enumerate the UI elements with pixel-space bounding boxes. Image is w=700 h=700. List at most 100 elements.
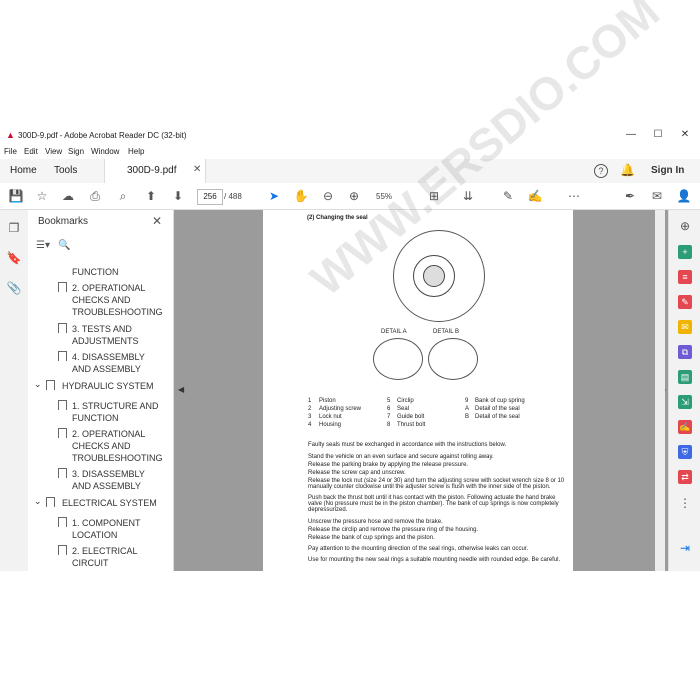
tab-home[interactable]: Home [10, 165, 37, 176]
bookmark-item[interactable]: 3. TESTS AND ADJUSTMENTS [72, 323, 162, 347]
previous-page-icon[interactable]: ⬆ [143, 188, 159, 204]
collapse-chevron-icon[interactable]: ⌄ [34, 496, 42, 507]
procedure-step: Unscrew the pressure hose and remove the… [308, 519, 443, 525]
comment-tool-icon[interactable]: ✉ [678, 320, 692, 334]
hand-tool-icon[interactable]: ✋ [293, 188, 309, 204]
create-pdf-icon[interactable]: + [678, 245, 692, 259]
document-tab-label: 300D-9.pdf [127, 165, 177, 176]
expand-panel-icon[interactable]: ⇥ [677, 540, 693, 556]
bookmark-label: 1. STRUCTURE AND FUNCTION [72, 401, 159, 423]
legend-text: Thrust bolt [397, 422, 426, 428]
menu-sign[interactable]: Sign [68, 147, 84, 156]
collapse-left-panel-icon[interactable]: ◀ [178, 385, 184, 394]
sign-in-button[interactable]: Sign In [651, 165, 684, 176]
share-user-icon[interactable]: 👤 [676, 188, 692, 204]
page-number-input[interactable]: 256 [197, 189, 223, 205]
search-icon[interactable]: ⌕ [115, 188, 131, 204]
minimize-icon[interactable]: — [620, 127, 642, 143]
page-thumbnails-icon[interactable]: ❐ [6, 220, 22, 236]
bookmark-item[interactable]: ELECTRICAL SYSTEM [62, 497, 157, 509]
bookmark-item[interactable]: 4. DISASSEMBLY AND ASSEMBLY [72, 351, 162, 375]
collapse-chevron-icon[interactable]: ⌄ [34, 379, 42, 390]
title-bar: ▲ 300D-9.pdf - Adobe Acrobat Reader DC (… [0, 125, 700, 145]
bookmark-item[interactable]: 3. DISASSEMBLY AND ASSEMBLY [72, 468, 162, 492]
select-arrow-icon[interactable]: ➤ [266, 188, 282, 204]
zoom-search-icon[interactable]: ⊕ [677, 218, 693, 234]
bookmark-item[interactable]: FUNCTION [72, 266, 119, 278]
more-tools-icon[interactable]: ⋯ [566, 188, 582, 204]
zoom-in-icon[interactable]: ⊕ [346, 188, 362, 204]
fill-sign-icon[interactable]: ✍ [678, 420, 692, 434]
attachments-icon[interactable]: 📎 [6, 280, 22, 296]
procedure-note: Faulty seals must be exchanged in accord… [308, 442, 507, 448]
edit-pdf-icon[interactable]: ✎ [678, 295, 692, 309]
close-tab-icon[interactable]: ✕ [193, 164, 201, 175]
bookmark-item[interactable]: 2. OPERATIONAL CHECKS AND TROUBLESHOOTIN… [72, 428, 163, 464]
menu-view[interactable]: View [45, 147, 62, 156]
page-count: / 488 [224, 192, 242, 201]
legend-num: 1 [308, 398, 312, 404]
menu-help[interactable]: Help [128, 147, 144, 156]
comment-icon[interactable]: ✎ [500, 188, 516, 204]
export-pdf-icon[interactable]: ≡ [678, 270, 692, 284]
save-icon[interactable]: 💾 [8, 188, 24, 204]
bookmark-label: 3. TESTS AND ADJUSTMENTS [72, 324, 139, 346]
bookmark-label: 3. DISASSEMBLY AND ASSEMBLY [72, 469, 145, 491]
legend-text: Piston [319, 398, 336, 404]
bookmark-options-icon[interactable]: ☰▾ 🔍 [36, 240, 71, 251]
warning-text: Pay attention to the mounting direction … [308, 546, 529, 552]
legend-num: 2 [308, 406, 312, 412]
bookmarks-panel: Bookmarks ✕ ☰▾ 🔍 FUNCTION 2. OPERATIONAL… [28, 210, 198, 571]
highlight-pen-icon[interactable]: ✍ [527, 188, 543, 204]
next-page-icon[interactable]: ⬇ [170, 188, 186, 204]
bookmark-item[interactable]: 1. STRUCTURE AND FUNCTION [72, 400, 162, 424]
tab-document[interactable]: 300D-9.pdf ✕ [104, 159, 206, 183]
menu-edit[interactable]: Edit [24, 147, 38, 156]
detail-b-label: DETAIL B [433, 329, 460, 335]
bookmark-icon [58, 282, 67, 292]
compress-pdf-icon[interactable]: ⇲ [678, 395, 692, 409]
bookmark-item[interactable]: 1. COMPONENT LOCATION [72, 517, 162, 541]
legend-text: Adjusting screw [319, 406, 362, 412]
help-icon[interactable]: ? [594, 164, 608, 178]
procedure-step: Push back the thrust bolt until it has c… [308, 495, 559, 513]
tab-tools[interactable]: Tools [54, 165, 77, 176]
document-scrollbar[interactable] [655, 210, 665, 571]
print-icon[interactable]: ⎙ [87, 188, 103, 204]
menu-file[interactable]: File [4, 147, 17, 156]
protect-icon[interactable]: ⛨ [678, 445, 692, 459]
convert-icon[interactable]: ⇄ [678, 470, 692, 484]
close-icon[interactable]: ✕ [674, 127, 696, 143]
combine-files-icon[interactable]: ⧉ [678, 345, 692, 359]
bookmark-label: 2. ELECTRICAL CIRCUIT [72, 546, 138, 568]
organize-pages-icon[interactable]: ▤ [678, 370, 692, 384]
notification-bell-icon[interactable]: 🔔 [620, 163, 635, 177]
legend-num: 5 [387, 398, 391, 404]
legend-text: Lock nut [319, 414, 342, 420]
bookmark-icon [58, 545, 67, 555]
legend-text: Circlip [397, 398, 414, 404]
legend-num: 3 [308, 414, 312, 420]
sign-pen-icon[interactable]: ✒ [622, 188, 638, 204]
legend-num: 9 [465, 398, 469, 404]
more-tools-icon[interactable]: ⋮ [677, 495, 693, 511]
legend-text: Bank of cup spring [475, 398, 525, 404]
menu-window[interactable]: Window [91, 147, 119, 156]
procedure-step: Release the lock nut (size 24 or 30) and… [308, 478, 565, 490]
bookmark-item[interactable]: 2. OPERATIONAL CHECKS AND TROUBLESHOOTIN… [72, 282, 163, 318]
bookmark-star-icon[interactable]: ☆ [34, 188, 50, 204]
warning-text: Use for mounting the new seal rings a su… [308, 557, 561, 563]
email-icon[interactable]: ✉ [649, 188, 665, 204]
close-panel-icon[interactable]: ✕ [152, 214, 162, 228]
procedure-step: Release the screw cap and unscrew. [308, 470, 406, 476]
maximize-icon[interactable]: ☐ [647, 127, 669, 143]
bookmarks-panel-icon[interactable]: 🔖 [6, 250, 22, 266]
upload-cloud-icon[interactable]: ☁ [60, 188, 76, 204]
legend-num: 4 [308, 422, 312, 428]
bookmark-item[interactable]: 2. ELECTRICAL CIRCUIT [72, 545, 162, 569]
zoom-out-icon[interactable]: ⊖ [320, 188, 336, 204]
legend-num: 7 [387, 414, 391, 420]
tab-bar: Home Tools 300D-9.pdf ✕ ? 🔔 Sign In [0, 159, 700, 184]
bookmark-icon [58, 400, 67, 410]
bookmark-item[interactable]: HYDRAULIC SYSTEM [62, 380, 154, 392]
